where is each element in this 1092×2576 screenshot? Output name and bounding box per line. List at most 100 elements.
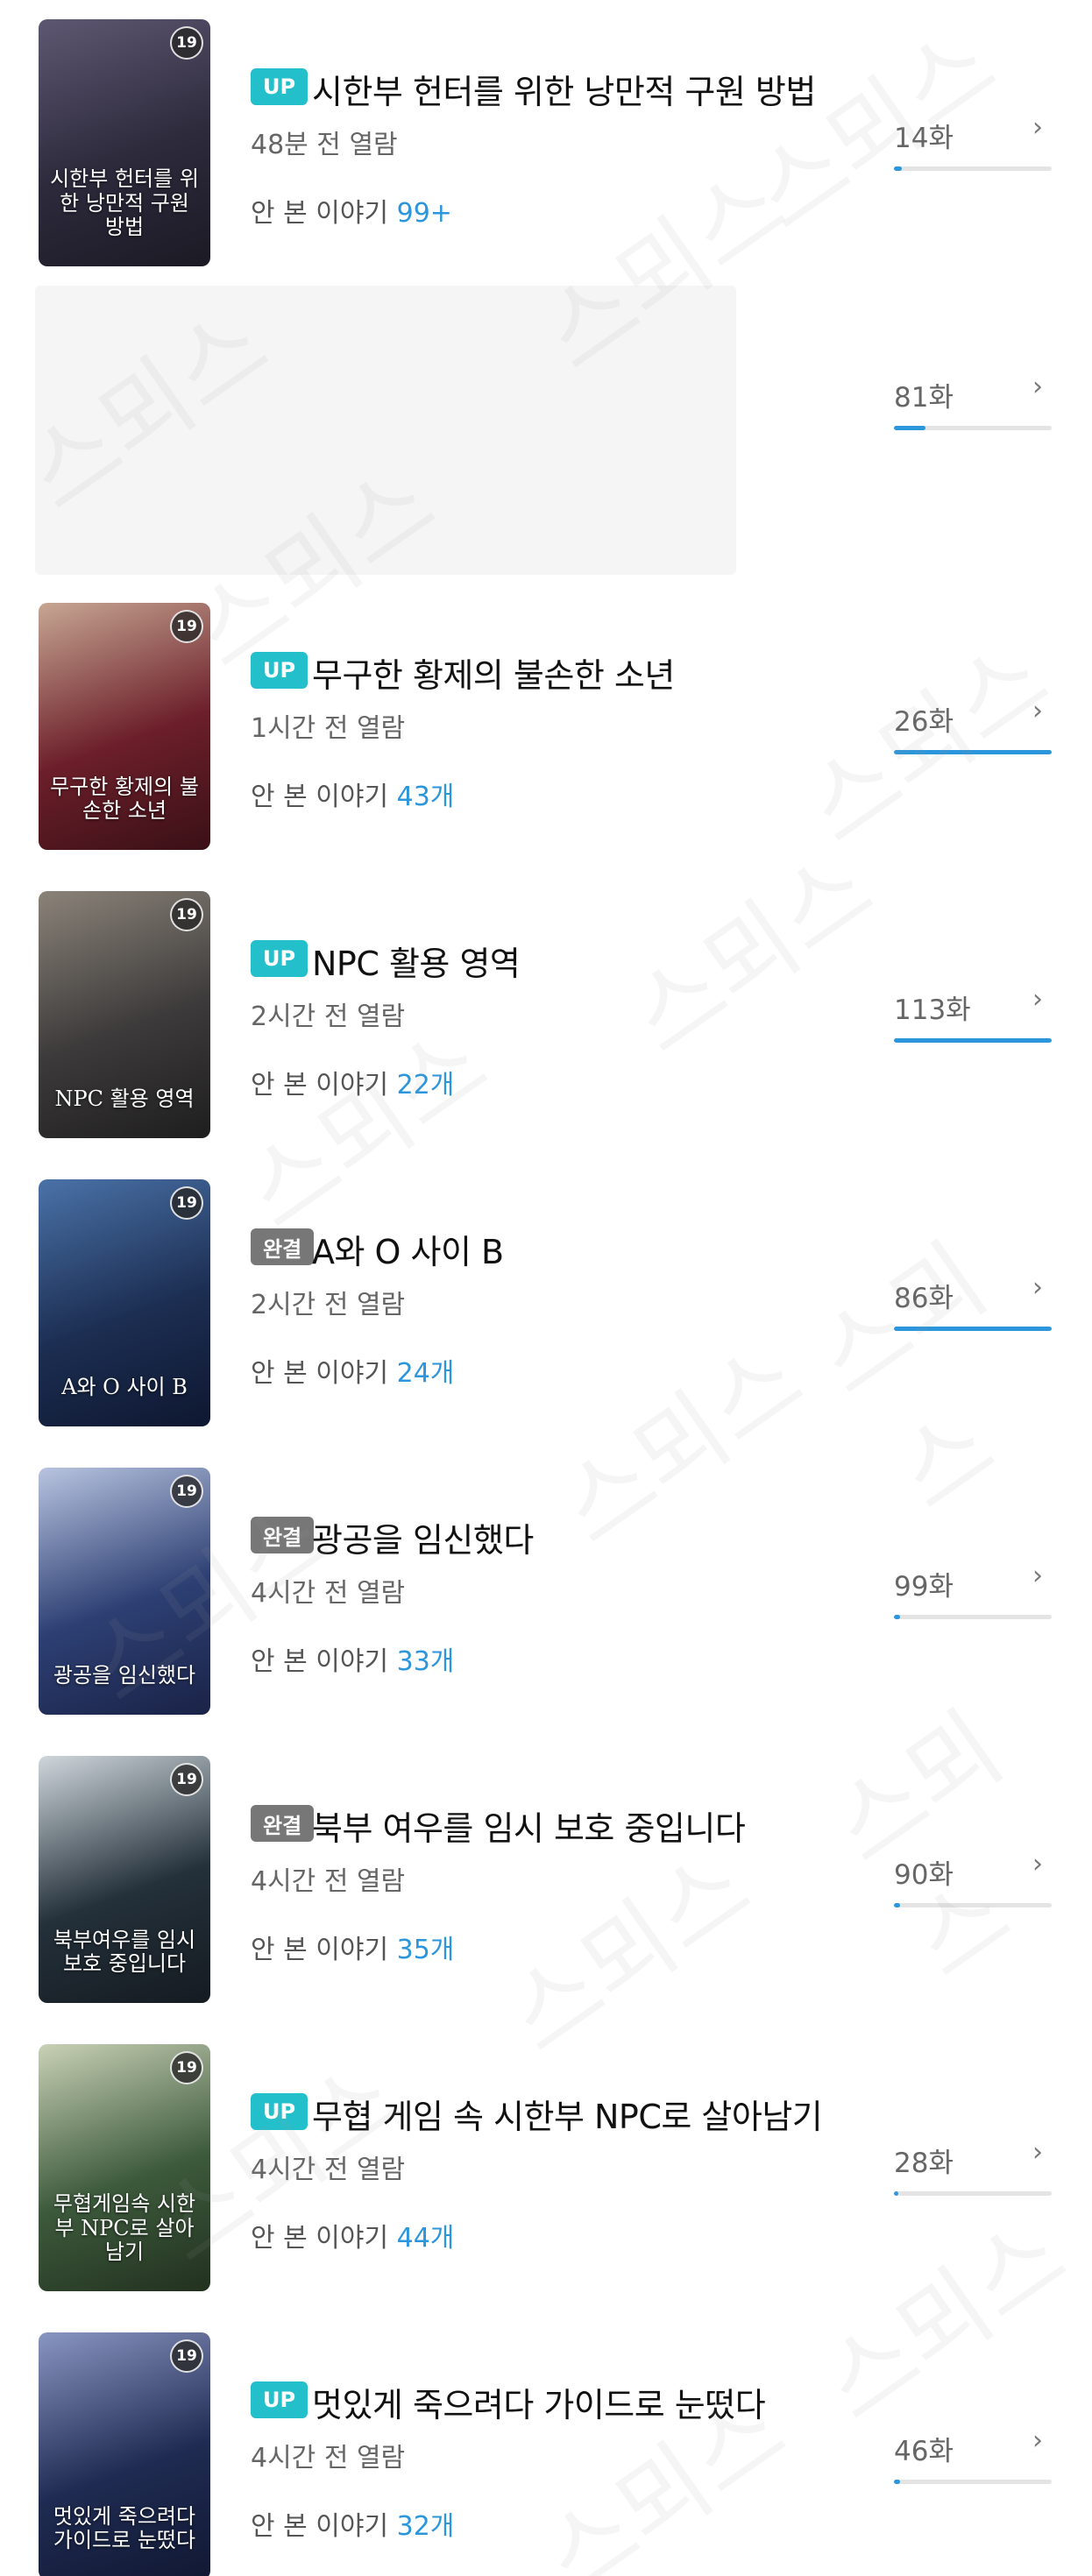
age-rating-badge: 19 [170,1186,203,1220]
list-item[interactable]: 시한부 헌터를 위한 낭만적 구원 방법 19 UP 시한부 헌터를 위한 낭만적 구… [0,19,1092,273]
last-read-time: 2시간 전 열람 [251,1290,406,1320]
chevron-right-icon[interactable]: › [1032,112,1043,143]
progress-fill [894,1327,1052,1331]
unread-label: 안 본 이야기 [251,1070,389,1100]
last-read-time: 4시간 전 열람 [251,1578,406,1609]
completed-badge: 완결 [251,1517,315,1553]
chevron-right-icon[interactable]: › [1032,2425,1043,2456]
last-read-time: 2시간 전 열람 [251,1001,406,1032]
series-title[interactable]: 무구한 황제의 불손한 소년 [312,648,675,697]
chevron-right-icon[interactable]: › [1032,1849,1043,1879]
unread-count: 99+ [396,198,452,229]
unread-label: 안 본 이야기 [251,2511,389,2542]
list-item[interactable]: A와 O 사이 B 19 완결 A와 O 사이 B 2시간 전 열람 안 본 이야기 24… [0,1179,1092,1433]
unread-label: 안 본 이야기 [251,782,389,812]
update-badge: UP [251,2381,308,2418]
progress-fill [894,166,902,171]
series-title[interactable]: A와 O 사이 B [312,1225,504,1273]
hidden-item-placeholder [35,286,736,575]
completed-badge: 완결 [251,1805,315,1842]
last-episode: 113화 [894,994,971,1026]
series-title[interactable]: 북부 여우를 임시 보호 중입니다 [312,1801,746,1850]
unread-label: 안 본 이야기 [251,1358,389,1389]
list-item[interactable]: 멋있게 죽으려다 가이드로 눈떴다 19 UP 멋있게 죽으려다 가이드로 눈떴다 4시… [0,2332,1092,2576]
progress-fill [894,1903,901,1907]
last-episode: 26화 [894,706,954,738]
unread-label: 안 본 이야기 [251,198,389,229]
progress-fill [894,1615,901,1619]
cover-title-text: A와 O 사이 B [61,1375,188,1400]
cover-thumbnail[interactable]: A와 O 사이 B 19 [39,1179,210,1426]
last-episode: 86화 [894,1283,954,1314]
unread-label: 안 본 이야기 [251,2223,389,2254]
progress-fill [894,2191,899,2196]
update-badge: UP [251,940,308,977]
chevron-right-icon[interactable]: › [1032,2137,1043,2168]
last-read-time: 4시간 전 열람 [251,2443,406,2473]
progress-bar [894,166,1052,171]
progress-fill [894,750,1052,754]
progress-fill [894,426,925,430]
unread-count: 43개 [396,782,455,812]
cover-title-text: 멋있게 죽으려다 가이드로 눈떴다 [53,2503,196,2553]
list-item[interactable]: 광공을 임신했다 19 완결 광공을 임신했다 4시간 전 열람 안 본 이야기 33개 9… [0,1468,1092,1722]
chevron-right-icon[interactable]: › [1032,696,1043,726]
completed-badge: 완결 [251,1228,315,1265]
list-item[interactable]: 북부여우를 임시보호 중입니다 19 완결 북부 여우를 임시 보호 중입니다 4시간 … [0,1756,1092,2010]
unread-count: 35개 [396,1935,455,1965]
progress-bar [894,750,1052,754]
unread-count: 24개 [396,1358,455,1389]
age-rating-badge: 19 [170,2339,203,2373]
last-read-time: 48분 전 열람 [251,130,398,160]
progress-bar [894,426,1052,430]
progress-fill [894,2480,901,2484]
progress-bar [894,1327,1052,1331]
series-title[interactable]: NPC 활용 영역 [312,937,521,985]
chevron-right-icon[interactable]: › [1032,984,1043,1015]
last-episode: 99화 [894,1571,954,1603]
update-badge: UP [251,68,308,105]
chevron-right-icon[interactable]: › [1032,1272,1043,1303]
unread-label: 안 본 이야기 [251,1935,389,1965]
cover-thumbnail[interactable]: 멋있게 죽으려다 가이드로 눈떴다 19 [39,2332,210,2576]
unread-count: 22개 [396,1070,455,1100]
chevron-right-icon[interactable]: › [1032,1560,1043,1591]
last-episode: 90화 [894,1859,954,1891]
cover-thumbnail[interactable]: NPC 활용 영역 19 [39,891,210,1138]
unread-episodes: 안 본 이야기 22개 [251,1063,454,1101]
cover-thumbnail[interactable]: 무구한 황제의 불손한 소년 19 [39,603,210,850]
series-title[interactable]: 시한부 헌터를 위한 낭만적 구원 방법 [312,65,816,113]
list-item[interactable]: 무구한 황제의 불손한 소년 19 UP 무구한 황제의 불손한 소년 1시간 전 열람… [0,603,1092,857]
series-title[interactable]: 무협 게임 속 시한부 NPC로 살아남기 [312,2090,823,2138]
cover-thumbnail[interactable]: 무협게임속 시한부 NPC로 살아남기 19 [39,2044,210,2291]
unread-count: 32개 [396,2511,455,2542]
cover-thumbnail[interactable]: 북부여우를 임시보호 중입니다 19 [39,1756,210,2003]
series-title[interactable]: 광공을 임신했다 [312,1513,534,1561]
progress-bar [894,1038,1052,1043]
last-episode: 46화 [894,2436,954,2467]
series-title[interactable]: 멋있게 죽으려다 가이드로 눈떴다 [312,2378,766,2426]
last-episode: 81화 [894,382,954,414]
unread-count: 33개 [396,1646,455,1677]
cover-title-text: 시한부 헌터를 위한 낭만적 구원 방법 [50,166,199,240]
cover-thumbnail[interactable]: 시한부 헌터를 위한 낭만적 구원 방법 19 [39,19,210,266]
age-rating-badge: 19 [170,898,203,931]
unread-episodes: 안 본 이야기 99+ [251,191,452,230]
cover-title-text: 무구한 황제의 불손한 소년 [50,774,199,824]
cover-thumbnail[interactable]: 광공을 임신했다 19 [39,1468,210,1715]
list-item[interactable]: NPC 활용 영역 19 UP NPC 활용 영역 2시간 전 열람 안 본 이야기 22… [0,891,1092,1145]
age-rating-badge: 19 [170,1763,203,1796]
unread-episodes: 안 본 이야기 32개 [251,2504,454,2543]
age-rating-badge: 19 [170,2051,203,2084]
list-item[interactable]: 무협게임속 시한부 NPC로 살아남기 19 UP 무협 게임 속 시한부 NPC로 … [0,2044,1092,2298]
chevron-right-icon[interactable]: › [1032,372,1043,402]
unread-episodes: 안 본 이야기 35개 [251,1928,454,1966]
progress-bar [894,1903,1052,1907]
progress-fill [894,1038,1052,1043]
progress-bar [894,2480,1052,2484]
progress-bar [894,2191,1052,2196]
cover-title-text: 무협게임속 시한부 NPC로 살아남기 [53,2191,196,2265]
age-rating-badge: 19 [170,1475,203,1508]
age-rating-badge: 19 [170,610,203,643]
cover-title-text: NPC 활용 영역 [54,1086,195,1112]
